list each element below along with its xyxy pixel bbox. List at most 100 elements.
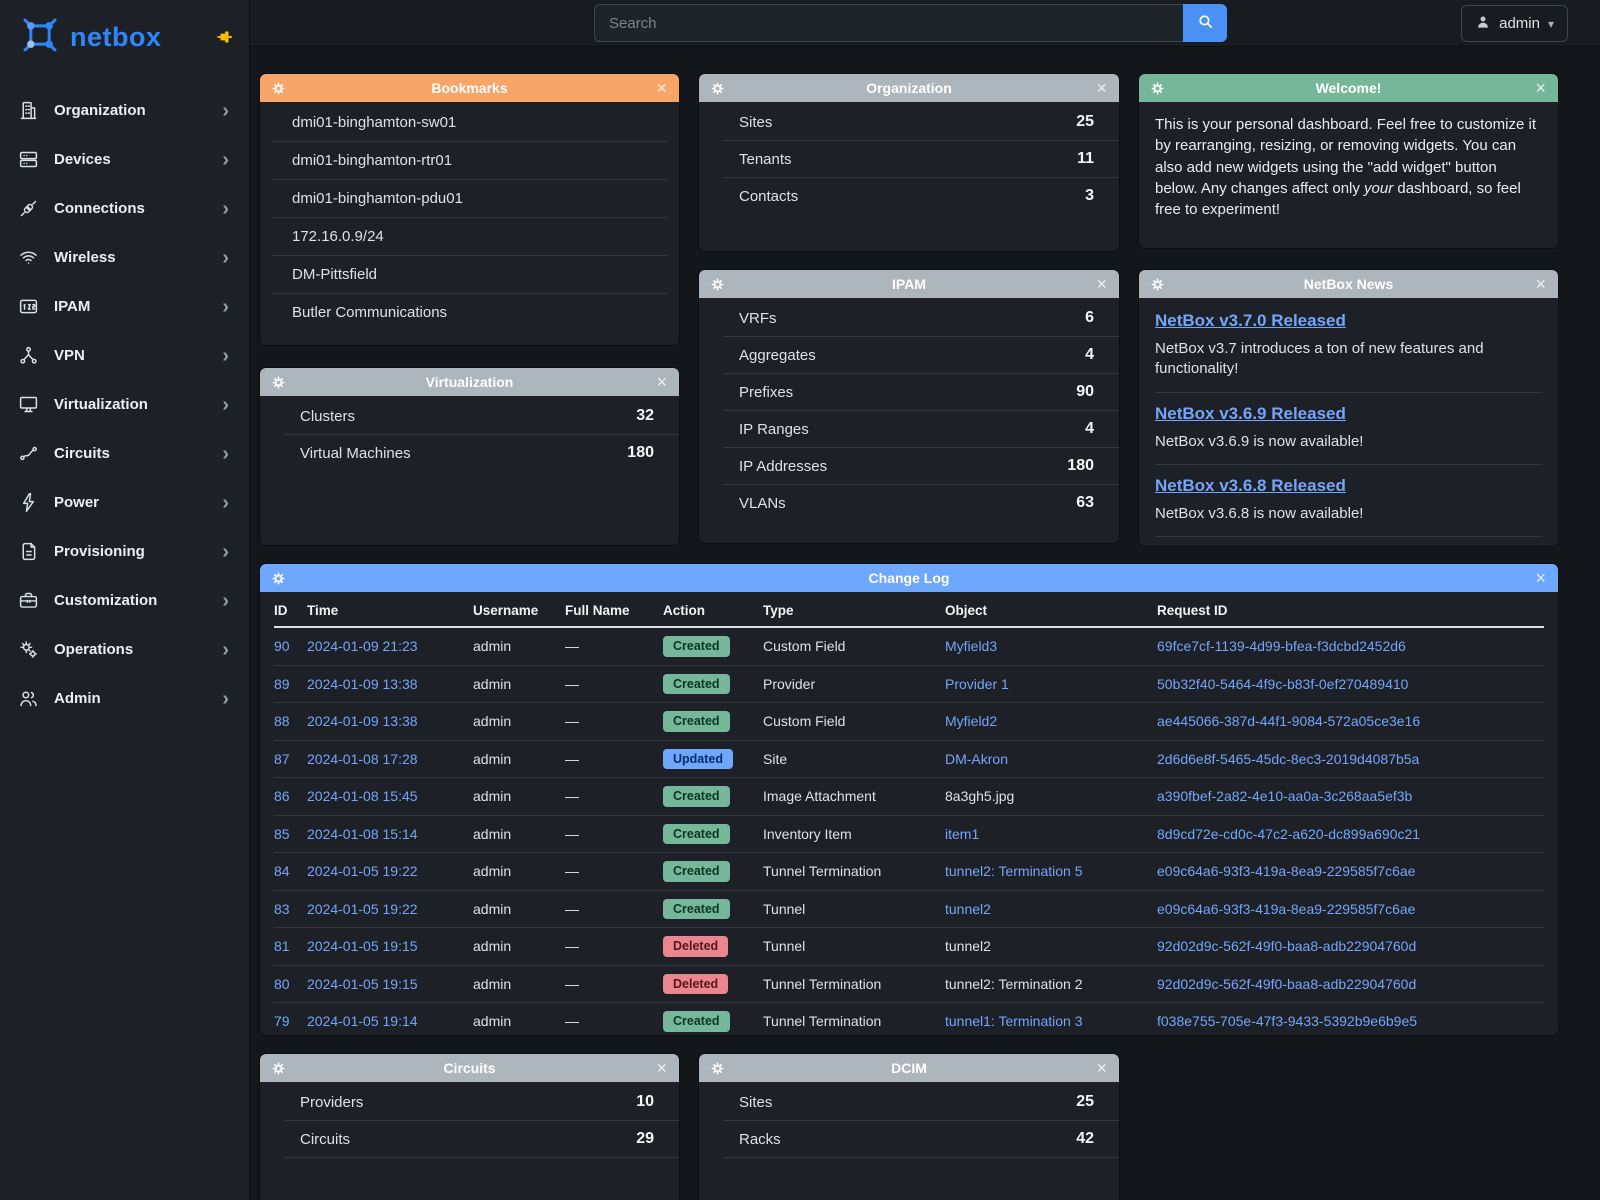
close-icon[interactable]: × xyxy=(1096,275,1107,293)
news-link[interactable]: NetBox v3.6.8 Released xyxy=(1155,476,1346,495)
stat-label[interactable]: Tenants xyxy=(739,151,792,168)
stat-label[interactable]: Racks xyxy=(739,1131,781,1148)
request-id-link[interactable]: 2d6d6e8f-5465-45dc-8ec3-2019d4087b5a xyxy=(1157,751,1419,767)
stat-label[interactable]: Circuits xyxy=(300,1131,350,1148)
change-id-link[interactable]: 79 xyxy=(274,1013,290,1029)
object-link[interactable]: Myfield2 xyxy=(945,713,997,729)
request-id-link[interactable]: e09c64a6-93f3-419a-8ea9-229585f7c6ae xyxy=(1157,863,1415,879)
change-id-link[interactable]: 89 xyxy=(274,676,290,692)
table-row: 852024-01-08 15:14admin—CreatedInventory… xyxy=(274,815,1544,853)
sidebar-item-power[interactable]: Power› xyxy=(0,478,249,527)
request-id-link[interactable]: f038e755-705e-47f3-9433-5392b9e6b9e5 xyxy=(1157,1013,1417,1029)
stat-label[interactable]: Contacts xyxy=(739,188,798,205)
change-id-link[interactable]: 81 xyxy=(274,938,290,954)
sidebar-item-virtualization[interactable]: Virtualization› xyxy=(0,380,249,429)
news-link[interactable]: NetBox v3.6.9 Released xyxy=(1155,404,1346,423)
bookmark-item[interactable]: DM-Pittsfield xyxy=(272,256,667,294)
close-icon[interactable]: × xyxy=(1535,275,1546,293)
type-cell: Site xyxy=(763,740,945,778)
change-time-link[interactable]: 2024-01-08 15:14 xyxy=(307,826,418,842)
object-link[interactable]: tunnel2: Termination 5 xyxy=(945,863,1083,879)
request-id-link[interactable]: 8d9cd72e-cd0c-47c2-a620-dc899a690c21 xyxy=(1157,826,1420,842)
stat-label[interactable]: VRFs xyxy=(739,310,777,327)
sidebar-item-customization[interactable]: Customization› xyxy=(0,576,249,625)
change-id-link[interactable]: 88 xyxy=(274,713,290,729)
request-id-link[interactable]: 50b32f40-5464-4f9c-b83f-0ef270489410 xyxy=(1157,676,1408,692)
request-id-link[interactable]: 92d02d9c-562f-49f0-baa8-adb22904760d xyxy=(1157,976,1416,992)
stat-label[interactable]: VLANs xyxy=(739,495,786,512)
change-time-link[interactable]: 2024-01-09 21:23 xyxy=(307,638,418,654)
stat-label[interactable]: Clusters xyxy=(300,408,355,425)
request-id-link[interactable]: 92d02d9c-562f-49f0-baa8-adb22904760d xyxy=(1157,938,1416,954)
sidebar-item-circuits[interactable]: Circuits› xyxy=(0,429,249,478)
close-icon[interactable]: × xyxy=(656,373,667,391)
change-time-link[interactable]: 2024-01-05 19:22 xyxy=(307,863,418,879)
stat-label[interactable]: Providers xyxy=(300,1094,363,1111)
sidebar-item-admin[interactable]: Admin› xyxy=(0,674,249,723)
close-icon[interactable]: × xyxy=(1096,1059,1107,1077)
user-menu-button[interactable]: admin ▾ xyxy=(1461,5,1568,42)
change-time-link[interactable]: 2024-01-05 19:15 xyxy=(307,938,418,954)
sidebar-item-ipam[interactable]: IPAM› xyxy=(0,282,249,331)
stat-label[interactable]: Virtual Machines xyxy=(300,445,411,462)
bookmark-item[interactable]: dmi01-binghamton-pdu01 xyxy=(272,180,667,218)
search-button[interactable] xyxy=(1183,4,1227,42)
close-icon[interactable]: × xyxy=(1096,79,1107,97)
object-text: 8a3gh5.jpg xyxy=(945,788,1014,804)
change-id-link[interactable]: 85 xyxy=(274,826,290,842)
object-link[interactable]: tunnel1: Termination 3 xyxy=(945,1013,1083,1029)
stat-label[interactable]: IP Ranges xyxy=(739,421,809,438)
bookmark-item[interactable]: dmi01-binghamton-rtr01 xyxy=(272,142,667,180)
sidebar-item-organization[interactable]: Organization› xyxy=(0,86,249,135)
sidebar-item-operations[interactable]: Operations› xyxy=(0,625,249,674)
sidebar-item-wireless[interactable]: Wireless› xyxy=(0,233,249,282)
stat-label[interactable]: Prefixes xyxy=(739,384,793,401)
close-icon[interactable]: × xyxy=(656,79,667,97)
change-id-link[interactable]: 90 xyxy=(274,638,290,654)
change-id-link[interactable]: 84 xyxy=(274,863,290,879)
change-id-link[interactable]: 86 xyxy=(274,788,290,804)
request-id-link[interactable]: a390fbef-2a82-4e10-aa0a-3c268aa5ef3b xyxy=(1157,788,1412,804)
change-time-link[interactable]: 2024-01-09 13:38 xyxy=(307,713,418,729)
sidebar-item-provisioning[interactable]: Provisioning› xyxy=(0,527,249,576)
server-icon xyxy=(18,149,39,170)
brand[interactable]: netbox xyxy=(0,0,249,74)
change-time-link[interactable]: 2024-01-05 19:14 xyxy=(307,1013,418,1029)
stat-label[interactable]: Sites xyxy=(739,114,772,131)
bookmark-item[interactable]: 172.16.0.9/24 xyxy=(272,218,667,256)
news-link[interactable]: NetBox v3.7.0 Released xyxy=(1155,311,1346,330)
news-description: NetBox v3.6.9 is now available! xyxy=(1155,432,1542,452)
request-id-link[interactable]: e09c64a6-93f3-419a-8ea9-229585f7c6ae xyxy=(1157,901,1415,917)
change-time-link[interactable]: 2024-01-05 19:15 xyxy=(307,976,418,992)
sidebar-item-connections[interactable]: Connections› xyxy=(0,184,249,233)
bookmark-item[interactable]: Butler Communications xyxy=(272,294,667,331)
close-icon[interactable]: × xyxy=(656,1059,667,1077)
request-id-link[interactable]: 69fce7cf-1139-4d99-bfea-f3dcbd2452d6 xyxy=(1157,638,1406,654)
widget-title: Virtualization xyxy=(260,374,679,390)
stat-label[interactable]: Sites xyxy=(739,1094,772,1111)
sidebar-item-devices[interactable]: Devices› xyxy=(0,135,249,184)
sidebar-item-vpn[interactable]: VPN› xyxy=(0,331,249,380)
change-time-link[interactable]: 2024-01-08 15:45 xyxy=(307,788,418,804)
change-id-link[interactable]: 80 xyxy=(274,976,290,992)
action-badge: Created xyxy=(663,711,730,732)
change-id-link[interactable]: 83 xyxy=(274,901,290,917)
search-input[interactable] xyxy=(594,4,1183,42)
object-link[interactable]: item1 xyxy=(945,826,979,842)
change-time-link[interactable]: 2024-01-09 13:38 xyxy=(307,676,418,692)
change-time-link[interactable]: 2024-01-05 19:22 xyxy=(307,901,418,917)
object-link[interactable]: DM-Akron xyxy=(945,751,1008,767)
close-icon[interactable]: × xyxy=(1535,79,1546,97)
close-icon[interactable]: × xyxy=(1535,569,1546,587)
chevron-right-icon: › xyxy=(222,640,229,660)
request-id-link[interactable]: ae445066-387d-44f1-9084-572a05ce3e16 xyxy=(1157,713,1420,729)
object-link[interactable]: Provider 1 xyxy=(945,676,1009,692)
stat-label[interactable]: Aggregates xyxy=(739,347,816,364)
object-link[interactable]: tunnel2 xyxy=(945,901,991,917)
change-time-link[interactable]: 2024-01-08 17:28 xyxy=(307,751,418,767)
change-id-link[interactable]: 87 xyxy=(274,751,290,767)
stat-label[interactable]: IP Addresses xyxy=(739,458,827,475)
bookmark-item[interactable]: dmi01-binghamton-sw01 xyxy=(272,104,667,142)
pin-sidebar-icon[interactable] xyxy=(215,28,233,46)
object-link[interactable]: Myfield3 xyxy=(945,638,997,654)
